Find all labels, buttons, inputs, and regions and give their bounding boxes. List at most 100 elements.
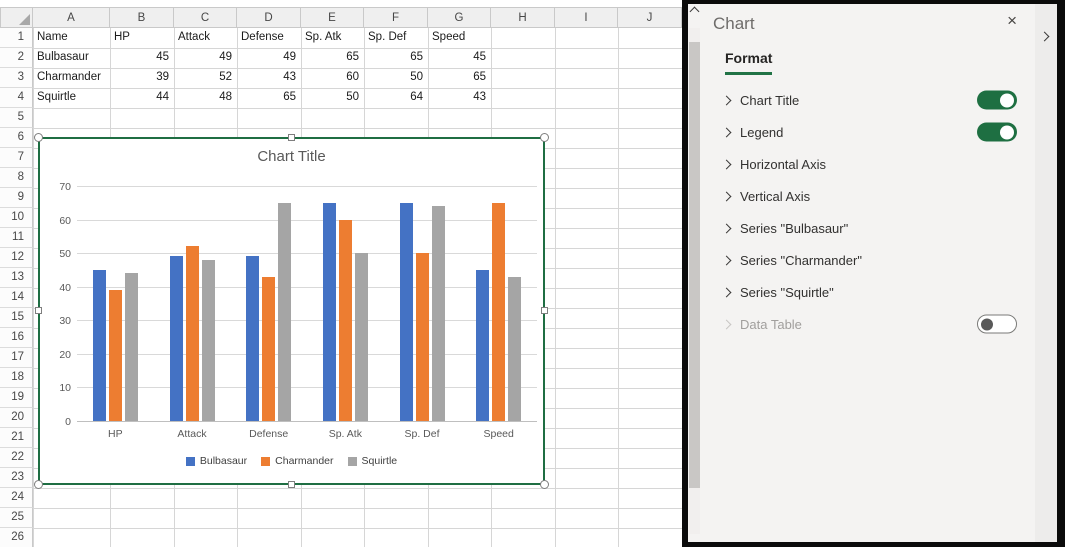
pane-collapse-strip[interactable]	[1035, 4, 1057, 542]
resize-handle-top-left[interactable]	[34, 133, 43, 142]
column-header-I[interactable]: I	[555, 7, 618, 28]
pane-item-series-squirtle[interactable]: Series "Squirtle"	[688, 276, 1057, 308]
row-header-9[interactable]: 9	[0, 188, 33, 208]
legend-item-Charmander[interactable]: Charmander	[261, 455, 333, 467]
cell-C3[interactable]: 52	[174, 68, 237, 88]
bar-Charmander-Speed[interactable]	[492, 203, 505, 421]
row-header-3[interactable]: 3	[0, 68, 33, 88]
pane-item-legend[interactable]: Legend	[688, 116, 1057, 148]
resize-handle-bottom-left[interactable]	[34, 480, 43, 489]
cell-D4[interactable]: 65	[237, 88, 301, 108]
column-header-J[interactable]: J	[618, 7, 682, 28]
cell-F4[interactable]: 64	[364, 88, 428, 108]
cell-F3[interactable]: 50	[364, 68, 428, 88]
row-header-4[interactable]: 4	[0, 88, 33, 108]
resize-handle-bottom-center[interactable]	[288, 481, 295, 488]
bar-Charmander-Defense[interactable]	[262, 277, 275, 421]
row-header-18[interactable]: 18	[0, 368, 33, 388]
row-header-17[interactable]: 17	[0, 348, 33, 368]
cell-B2[interactable]: 45	[110, 48, 174, 68]
chart-legend[interactable]: BulbasaurCharmanderSquirtle	[40, 455, 543, 467]
row-header-13[interactable]: 13	[0, 268, 33, 288]
select-all-corner[interactable]	[0, 7, 33, 28]
close-icon[interactable]: ×	[1007, 12, 1017, 29]
row-header-8[interactable]: 8	[0, 168, 33, 188]
column-header-A[interactable]: A	[33, 7, 110, 28]
row-header-6[interactable]: 6	[0, 128, 33, 148]
expand-chevron-icon[interactable]	[722, 192, 732, 202]
bar-Squirtle-Attack[interactable]	[202, 260, 215, 421]
column-header-B[interactable]: B	[110, 7, 174, 28]
pane-item-series-bulbasaur[interactable]: Series "Bulbasaur"	[688, 212, 1057, 244]
expand-chevron-icon[interactable]	[722, 96, 732, 106]
cell-C2[interactable]: 49	[174, 48, 237, 68]
column-header-C[interactable]: C	[174, 7, 237, 28]
row-header-21[interactable]: 21	[0, 428, 33, 448]
column-header-G[interactable]: G	[428, 7, 491, 28]
row-header-10[interactable]: 10	[0, 208, 33, 228]
bar-Bulbasaur-Speed[interactable]	[476, 270, 489, 421]
row-header-19[interactable]: 19	[0, 388, 33, 408]
bar-Charmander-Sp. Def[interactable]	[416, 253, 429, 421]
column-header-D[interactable]: D	[237, 7, 301, 28]
bar-Squirtle-Defense[interactable]	[278, 203, 291, 421]
row-header-5[interactable]: 5	[0, 108, 33, 128]
cell-D3[interactable]: 43	[237, 68, 301, 88]
pane-item-vertical-axis[interactable]: Vertical Axis	[688, 180, 1057, 212]
chart-title[interactable]: Chart Title	[40, 148, 543, 165]
cell-A1[interactable]: Name	[33, 28, 110, 48]
expand-chevron-icon[interactable]	[722, 224, 732, 234]
cell-B4[interactable]: 44	[110, 88, 174, 108]
cell-C1[interactable]: Attack	[174, 28, 237, 48]
row-header-23[interactable]: 23	[0, 468, 33, 488]
row-header-25[interactable]: 25	[0, 508, 33, 528]
bar-Charmander-Attack[interactable]	[186, 246, 199, 421]
row-header-16[interactable]: 16	[0, 328, 33, 348]
pane-item-chart-title[interactable]: Chart Title	[688, 84, 1057, 116]
cell-G2[interactable]: 45	[428, 48, 491, 68]
cell-E3[interactable]: 60	[301, 68, 364, 88]
cell-F1[interactable]: Sp. Def	[364, 28, 428, 48]
cell-B1[interactable]: HP	[110, 28, 174, 48]
cell-E2[interactable]: 65	[301, 48, 364, 68]
toggle-chart-title[interactable]	[977, 91, 1017, 110]
cell-G4[interactable]: 43	[428, 88, 491, 108]
legend-item-Squirtle[interactable]: Squirtle	[348, 455, 398, 467]
cell-E4[interactable]: 50	[301, 88, 364, 108]
row-header-20[interactable]: 20	[0, 408, 33, 428]
chart-object[interactable]: Chart Title 010203040506070 HPAttackDefe…	[38, 137, 545, 485]
row-header-15[interactable]: 15	[0, 308, 33, 328]
row-header-14[interactable]: 14	[0, 288, 33, 308]
resize-handle-top-center[interactable]	[288, 134, 295, 141]
spreadsheet-area[interactable]: ABCDEFGHIJ 12345678910111213141516171819…	[0, 0, 682, 547]
pane-item-data-table[interactable]: Data Table	[688, 308, 1057, 340]
bar-Bulbasaur-Sp. Def[interactable]	[400, 203, 413, 421]
bar-Charmander-HP[interactable]	[109, 290, 122, 421]
resize-handle-middle-left[interactable]	[35, 307, 42, 314]
chart-plot-area[interactable]: 010203040506070	[77, 187, 537, 422]
cell-A2[interactable]: Bulbasaur	[33, 48, 110, 68]
row-header-12[interactable]: 12	[0, 248, 33, 268]
cell-G1[interactable]: Speed	[428, 28, 491, 48]
bar-Squirtle-HP[interactable]	[125, 273, 138, 421]
bar-Squirtle-Sp. Def[interactable]	[432, 206, 445, 421]
tab-format[interactable]: Format	[725, 50, 772, 75]
resize-handle-top-right[interactable]	[540, 133, 549, 142]
cell-A4[interactable]: Squirtle	[33, 88, 110, 108]
resize-handle-bottom-right[interactable]	[540, 480, 549, 489]
resize-handle-middle-right[interactable]	[541, 307, 548, 314]
cell-A3[interactable]: Charmander	[33, 68, 110, 88]
bar-Charmander-Sp. Atk[interactable]	[339, 220, 352, 421]
cell-C4[interactable]: 48	[174, 88, 237, 108]
row-header-11[interactable]: 11	[0, 228, 33, 248]
row-header-26[interactable]: 26	[0, 528, 33, 547]
row-header-22[interactable]: 22	[0, 448, 33, 468]
cell-F2[interactable]: 65	[364, 48, 428, 68]
expand-chevron-icon[interactable]	[722, 288, 732, 298]
column-header-F[interactable]: F	[364, 7, 428, 28]
expand-chevron-icon[interactable]	[722, 320, 732, 330]
column-header-E[interactable]: E	[301, 7, 364, 28]
row-header-1[interactable]: 1	[0, 28, 33, 48]
cell-B3[interactable]: 39	[110, 68, 174, 88]
row-header-7[interactable]: 7	[0, 148, 33, 168]
